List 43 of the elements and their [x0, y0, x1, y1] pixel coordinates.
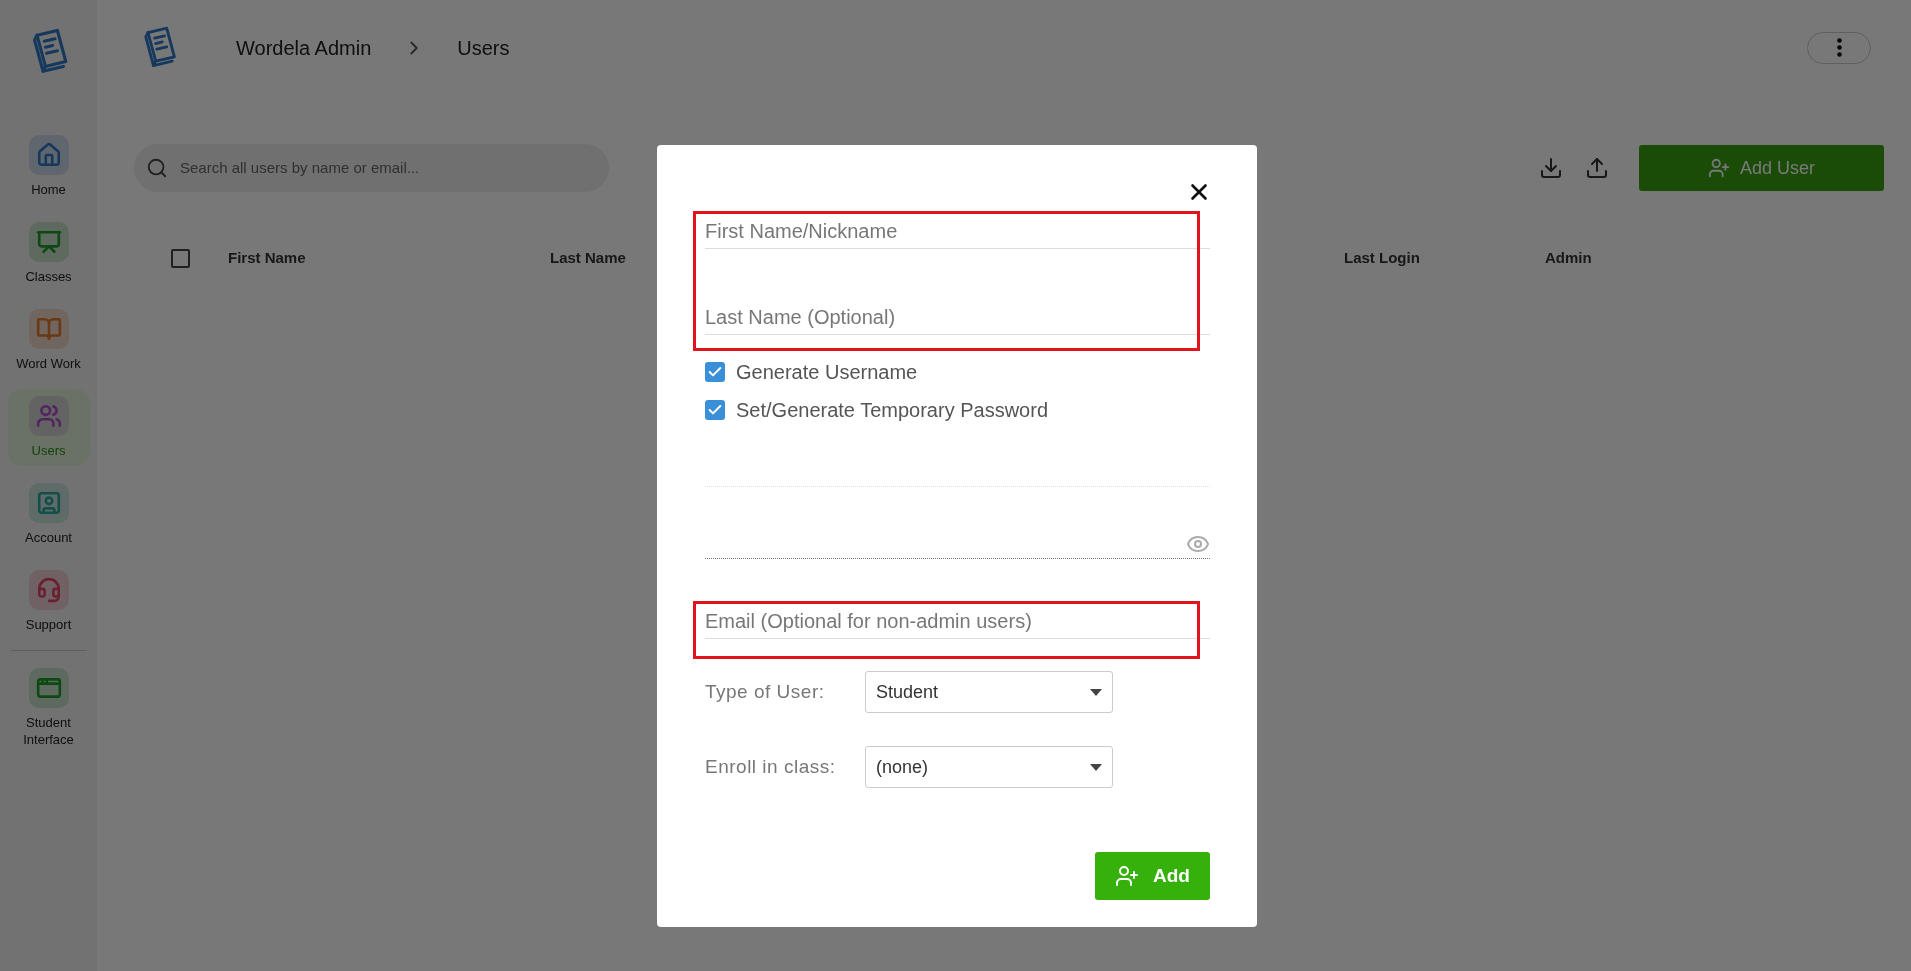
nav-icon [35, 675, 62, 701]
more-icon [1836, 38, 1842, 57]
sidebar-item[interactable]: Home [7, 128, 90, 205]
checkbox-label: Generate Username [736, 360, 918, 385]
nav-icon [35, 229, 62, 255]
add-button[interactable]: Add [1095, 852, 1210, 900]
column-header[interactable]: First Name [228, 246, 550, 270]
add-user-icon [1115, 864, 1140, 888]
sidebar-item[interactable]: Users [7, 389, 90, 466]
dropdown[interactable]: (none) [865, 746, 1113, 788]
sidebar-item[interactable]: Student Interface [7, 661, 90, 755]
add-user-icon [1707, 157, 1730, 179]
caret-icon [1090, 688, 1102, 696]
breadcrumb-item[interactable]: Wordela Admin [236, 32, 372, 63]
search-input[interactable]: Search all users by name or email... [180, 156, 597, 180]
select-label: Enroll in class: [705, 754, 837, 779]
breadcrumb-item: Users [457, 35, 510, 61]
nav-icon [35, 577, 62, 603]
checkbox[interactable] [705, 400, 725, 420]
caret-icon [1090, 763, 1102, 771]
checkbox[interactable] [705, 362, 725, 382]
search-icon [146, 157, 168, 179]
checkbox-label: Set/Generate Temporary Password [736, 398, 1048, 423]
column-header[interactable]: Last Login [1344, 246, 1545, 270]
download-icon[interactable] [1539, 156, 1563, 180]
text-field[interactable]: Last Name (Optional) [705, 301, 1210, 335]
text-field[interactable]: Email (Optional for non-admin users) [705, 605, 1210, 639]
nav-icon [35, 316, 62, 342]
sidebar-item[interactable]: Classes [7, 215, 90, 292]
dropdown[interactable]: Student [865, 671, 1113, 713]
upload-icon[interactable] [1585, 156, 1609, 180]
search-field[interactable]: Search all users by name or email... [134, 144, 609, 192]
sidebar-item[interactable]: Account [7, 476, 90, 553]
select-label: Type of User: [705, 679, 826, 704]
add-user-button[interactable]: Add User [1639, 145, 1884, 191]
select-all-checkbox[interactable] [171, 248, 190, 268]
text-field[interactable]: First Name/Nickname [705, 215, 1210, 249]
nav-icon [35, 490, 62, 516]
nav-icon [35, 142, 62, 168]
sidebar-item[interactable]: Word Work [7, 302, 90, 379]
nav-icon [35, 403, 62, 429]
column-header[interactable]: Admin [1545, 246, 1884, 270]
sidebar-item[interactable]: Support [7, 563, 90, 640]
